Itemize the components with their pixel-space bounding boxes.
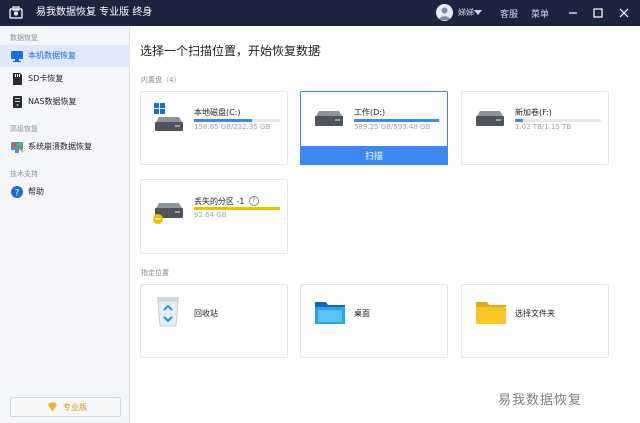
drive-name: 本地磁盘(C:) <box>194 108 241 117</box>
drive-size: 158.85 GB/232.35 GB <box>194 123 271 131</box>
sidebar-item-nas[interactable]: NAS数据恢复 <box>0 91 129 113</box>
sidebar-group-label: 数据恢复 <box>10 34 38 42</box>
watermark: 易我数据恢复 <box>498 393 583 408</box>
location-card-recycle-bin[interactable]: 回收站 <box>140 284 288 358</box>
section-label-builtin: 内置盘（4） <box>141 76 181 84</box>
drive-usage-fill <box>515 119 523 122</box>
location-card-desktop[interactable]: 桌面 <box>300 284 448 358</box>
drive-usage-fill <box>354 119 440 122</box>
scan-button[interactable]: 扫描 <box>300 146 448 165</box>
user-icon <box>438 7 451 20</box>
app-logo-icon <box>9 6 23 19</box>
sidebar-item-label: 系统崩溃数据恢复 <box>28 142 92 151</box>
location-label: 回收站 <box>194 309 218 318</box>
drive-size: 92.64 GB <box>194 211 227 219</box>
help-icon[interactable]: ? <box>249 196 259 206</box>
drive-icon <box>315 111 343 126</box>
drive-usage-bar <box>515 119 601 122</box>
drive-usage-bar <box>354 119 440 122</box>
drive-usage-fill <box>194 207 280 210</box>
pro-edition-label: 专业版 <box>63 403 87 412</box>
monitor-icon <box>11 51 23 62</box>
minimize-icon[interactable] <box>565 5 581 21</box>
avatar[interactable] <box>436 4 453 21</box>
folder-icon <box>476 302 506 324</box>
drive-size: 589.25 GB/593.48 GB <box>354 123 431 131</box>
drive-usage-fill <box>194 119 253 122</box>
drive-usage-bar <box>194 119 280 122</box>
svg-text:?: ? <box>15 189 20 199</box>
drive-icon <box>476 111 504 126</box>
sd-card-icon <box>13 73 22 85</box>
refresh-icon[interactable]: C <box>314 45 321 56</box>
desktop-folder-icon <box>315 302 345 324</box>
app-title: 易我数据恢复 专业版 终身 <box>36 7 153 18</box>
section-label-specified: 指定位置 <box>141 269 169 277</box>
drive-usage-bar <box>194 207 280 210</box>
recycle-bin-icon <box>157 297 179 327</box>
system-drive-icon <box>154 103 183 131</box>
sidebar-group-label: 技术支持 <box>10 170 38 178</box>
close-icon[interactable] <box>616 5 632 21</box>
drive-card-d[interactable]: 工作(D:) 589.25 GB/593.48 GB 扫描 <box>300 91 448 165</box>
system-crash-icon <box>11 142 24 153</box>
location-label: 选择文件夹 <box>515 309 555 318</box>
user-name[interactable]: 娣娣 <box>458 7 474 18</box>
support-link[interactable]: 客服 <box>500 7 518 20</box>
drive-card-f[interactable]: 新加卷(F:) 1.02 TB/1.15 TB <box>461 91 609 165</box>
drive-name: 新加卷(F:) <box>515 108 552 117</box>
sidebar-item-label: 本机数据恢复 <box>28 51 76 60</box>
page-title: 选择一个扫描位置，开始恢复数据 <box>140 44 321 58</box>
sidebar-item-system-crash[interactable]: 系统崩溃数据恢复 <box>0 136 129 158</box>
help-icon: ? <box>11 186 23 199</box>
sidebar-item-sd-card[interactable]: SD卡恢复 <box>0 68 129 90</box>
sidebar: 数据恢复 本机数据恢复 SD卡恢复 NAS数据恢复 高级恢复 系统崩溃数据恢复 … <box>0 26 130 423</box>
location-label: 桌面 <box>354 309 370 318</box>
nas-icon <box>13 96 22 108</box>
menu-link[interactable]: 菜单 <box>531 7 549 20</box>
drive-card-c[interactable]: 本地磁盘(C:) 158.85 GB/232.35 GB <box>140 91 288 165</box>
drive-name: 丢失的分区 -1 <box>194 197 245 206</box>
title-bar: 易我数据恢复 专业版 终身 娣娣 客服 菜单 <box>0 0 640 26</box>
sidebar-item-label: SD卡恢复 <box>28 74 64 83</box>
lost-partition-icon <box>153 203 183 224</box>
drive-size: 1.02 TB/1.15 TB <box>515 123 572 131</box>
chevron-down-icon[interactable] <box>474 10 482 15</box>
sidebar-item-label: 帮助 <box>28 187 44 196</box>
maximize-icon[interactable] <box>590 5 606 21</box>
sidebar-item-label: NAS数据恢复 <box>28 97 77 106</box>
sidebar-group-label: 高级恢复 <box>10 125 38 133</box>
drive-name: 工作(D:) <box>354 108 386 117</box>
pro-edition-button[interactable]: 专业版 <box>10 397 121 417</box>
location-card-select-folder[interactable]: 选择文件夹 <box>461 284 609 358</box>
drive-card-lost-partition[interactable]: 丢失的分区 -1 ? 92.64 GB <box>140 179 288 254</box>
sidebar-item-help[interactable]: ? 帮助 <box>0 181 129 203</box>
diamond-icon <box>48 402 57 412</box>
sidebar-item-local-recovery[interactable]: 本机数据恢复 <box>0 45 129 67</box>
